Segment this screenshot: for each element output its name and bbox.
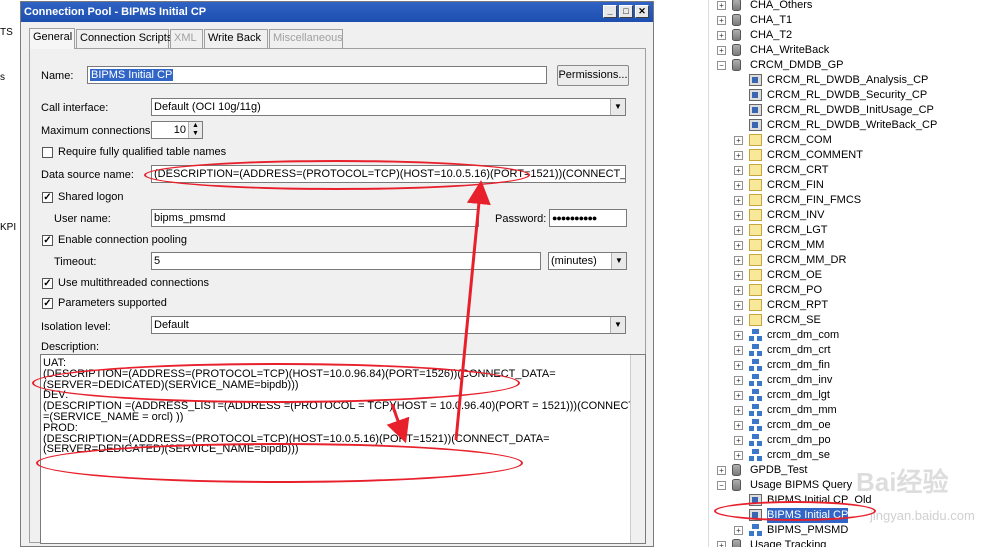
arrow-up-icon [454,180,491,441]
arrow-down-icon [386,403,410,444]
annotation-arrows [386,180,491,444]
tab-general[interactable]: General [29,28,75,49]
screenshot-stage: TS s KPI Connection Pool - BIPMS Initial… [0,0,1000,547]
